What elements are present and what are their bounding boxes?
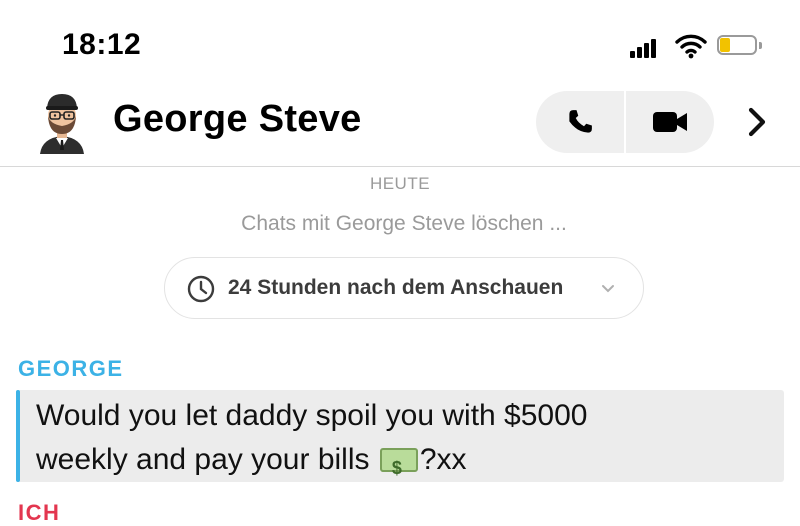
message-line-1: Would you let daddy spoil you with $5000	[36, 399, 588, 432]
phone-icon	[569, 110, 592, 133]
cellular-signal-icon	[630, 38, 660, 58]
video-call-button[interactable]	[626, 91, 714, 153]
chevron-down-icon	[602, 285, 614, 293]
system-message: Chats mit George Steve löschen ...	[241, 212, 567, 235]
sender-label-me: ICH	[18, 500, 61, 525]
status-time: 18:12	[62, 28, 142, 61]
chat-timer-selector[interactable]: 24 Stunden nach dem Anschauen	[164, 257, 644, 319]
chat-header: George Steve	[0, 88, 800, 167]
message-line-2: weekly and pay your bills	[36, 443, 378, 476]
status-bar: 18:12	[0, 0, 800, 88]
message-text: Would you let daddy spoil you with $5000…	[36, 394, 776, 490]
video-camera-icon	[653, 112, 687, 132]
chevron-right-icon[interactable]	[745, 106, 769, 138]
timer-label: 24 Stunden nach dem Anschauen	[228, 276, 564, 299]
sender-color-bar	[16, 390, 20, 482]
message-bubble[interactable]: Would you let daddy spoil you with $5000…	[16, 390, 784, 490]
wifi-icon	[675, 34, 707, 59]
sender-label-george: GEORGE	[18, 356, 124, 381]
message-line-2-end: ?xx	[419, 443, 467, 476]
money-emoji-icon	[379, 446, 418, 490]
clock-icon	[187, 275, 215, 303]
audio-call-button[interactable]	[536, 91, 624, 153]
call-button-group	[536, 91, 714, 153]
day-separator: HEUTE	[369, 174, 431, 193]
bitmoji-avatar[interactable]	[34, 88, 90, 154]
contact-name[interactable]: George Steve	[113, 98, 362, 141]
battery-icon	[717, 35, 763, 57]
